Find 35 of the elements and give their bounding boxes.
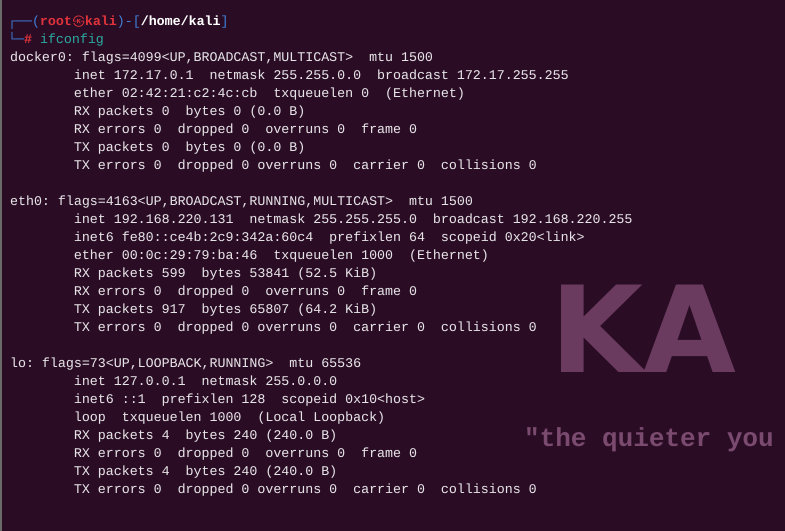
output-line: RX errors 0 dropped 0 overruns 0 frame 0 [72,446,417,461]
prompt-at-symbol: ㉿ [72,13,85,31]
prompt-host: kali [84,13,117,31]
output-line: loop txqueuelen 1000 (Local Loopback) [72,410,386,425]
wallpaper-tagline: "the quieter you [524,424,774,454]
command-text: ifconfig [40,31,104,49]
prompt-user: root [40,13,72,31]
output-line: ether 02:42:21:c2:4c:cb txqueuelen 0 (Ethernet) [72,86,465,101]
output-line: RX errors 0 dropped 0 overruns 0 frame 0 [72,122,417,137]
prompt-frame: ] [220,13,228,31]
output-line: docker0: flags=4099<UP,BROADCAST,MULTICAST> mtu 1500 [10,50,433,65]
output-line: RX errors 0 dropped 0 overruns 0 frame 0 [72,284,417,299]
output-line: lo: flags=73<UP,LOOPBACK,RUNNING> mtu 65536 [10,356,362,371]
prompt-frame: └─ [8,31,24,49]
output-line: TX packets 917 bytes 65807 (64.2 KiB) [72,302,378,317]
output-line: TX packets 4 bytes 240 (240.0 B) [72,464,338,479]
output-line: inet 127.0.0.1 netmask 255.0.0.0 [72,374,338,389]
output-line: TX errors 0 dropped 0 overruns 0 carrier 0 collisions 0 [72,158,537,173]
output-line: RX packets 4 bytes 240 (240.0 B) [72,428,338,443]
prompt-frame: ┌──( [8,13,40,31]
wallpaper-logo: KA [550,272,736,392]
output-line: inet 172.17.0.1 netmask 255.255.0.0 broadcast 172.17.255.255 [72,68,569,83]
output-line: inet6 ::1 prefixlen 128 scopeid 0x10<host> [72,392,425,407]
output-line: inet 192.168.220.131 netmask 255.255.255.0 broadcast 192.168.220.255 [72,212,632,227]
output-line: TX errors 0 dropped 0 overruns 0 carrier 0 collisions 0 [72,320,537,335]
output-line: TX errors 0 dropped 0 overruns 0 carrier 0 collisions 0 [72,482,537,497]
prompt-frame: )-[ [116,13,141,31]
output-line: inet6 fe80::ce4b:2c9:342a:60c4 prefixlen 64 scopeid 0x20<link> [72,230,585,245]
output-line: RX packets 0 bytes 0 (0.0 B) [72,104,306,119]
prompt-symbol: # [24,32,32,49]
output-line: ether 00:0c:29:79:ba:46 txqueuelen 1000 (Ethernet) [72,248,489,263]
output-line: RX packets 599 bytes 53841 (52.5 KiB) [72,266,378,281]
prompt-path: /home/kali [140,13,221,31]
output-line: TX packets 0 bytes 0 (0.0 B) [72,140,306,155]
output-line: eth0: flags=4163<UP,BROADCAST,RUNNING,MULTICAST> mtu 1500 [10,194,473,209]
